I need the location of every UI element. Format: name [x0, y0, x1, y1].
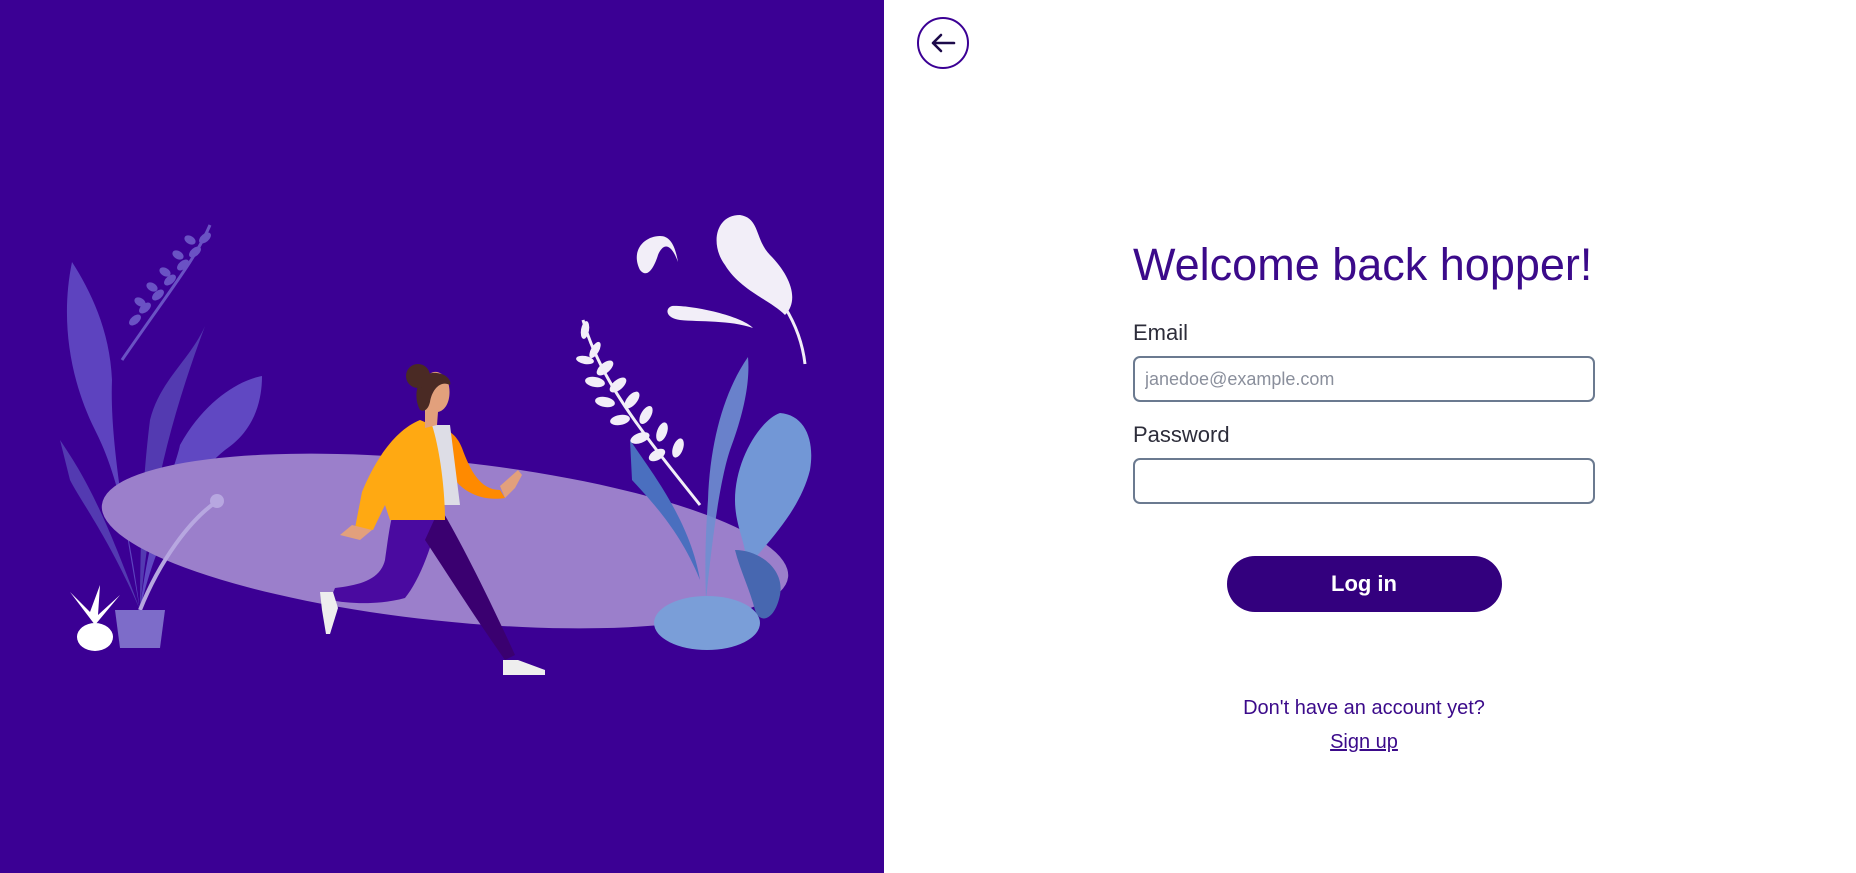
password-label: Password [1133, 422, 1230, 447]
password-field[interactable] [1133, 458, 1595, 504]
email-label: Email [1133, 320, 1189, 345]
signup-link[interactable]: Sign up [1330, 730, 1398, 754]
signup-block: Don't have an account yet? Sign up [1133, 696, 1595, 754]
login-form: Welcome back hopper! Email Password Log … [1133, 236, 1595, 754]
login-panel: Welcome back hopper! Email Password Log … [884, 0, 1856, 873]
login-button[interactable]: Log in [1226, 556, 1502, 612]
email-field[interactable] [1133, 356, 1595, 402]
arrow-left-icon [931, 33, 956, 53]
woman-running-with-plants-illustration [60, 215, 812, 675]
back-button[interactable] [917, 17, 969, 69]
illustration-panel [0, 0, 884, 873]
login-page: Welcome back hopper! Email Password Log … [0, 0, 1856, 873]
signup-prompt: Don't have an account yet? [1243, 697, 1485, 719]
page-title: Welcome back hopper! [1133, 239, 1593, 290]
